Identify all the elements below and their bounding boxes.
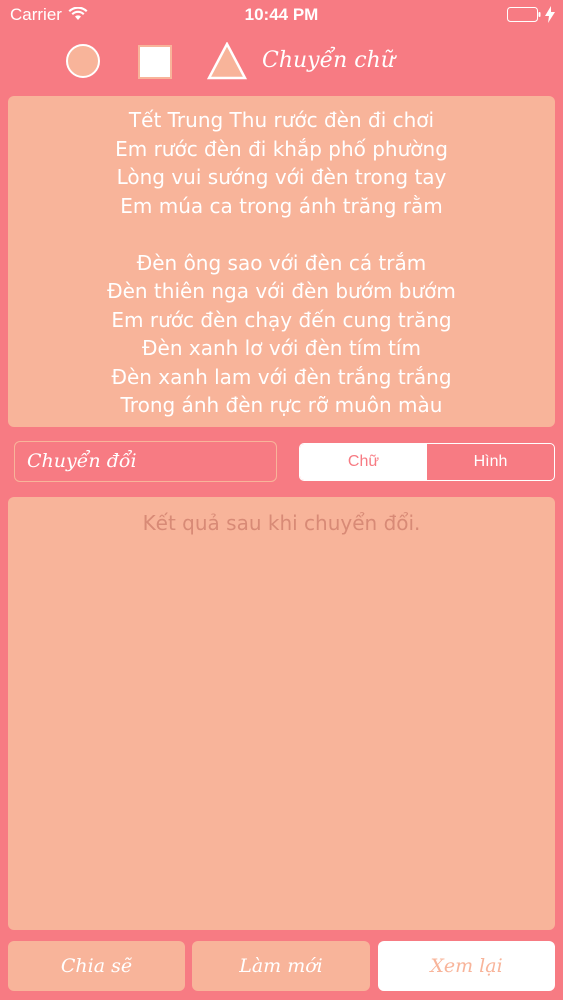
charging-bolt-icon	[545, 6, 555, 23]
input-text-line: Em rước đèn đi khắp phố phường	[115, 136, 448, 161]
output-text-area[interactable]: Kết quả sau khi chuyển đổi.	[8, 497, 555, 930]
share-button[interactable]: Chia sẽ	[8, 941, 185, 991]
circle-shape-button[interactable]	[66, 44, 100, 78]
input-text-line: Đèn thiên nga với đèn bướm bướm	[107, 279, 456, 303]
convert-button[interactable]: Chuyển đổi	[14, 441, 277, 482]
refresh-button[interactable]: Làm mới	[192, 941, 370, 991]
input-text-line: Em múa ca trong ánh trăng rằm	[120, 193, 443, 218]
input-text-line: Tết Trung Thu rước đèn đi chơi	[128, 108, 435, 132]
input-text-line: Đèn xanh lam với đèn trắng trắng	[111, 364, 452, 389]
text-mode-button[interactable]: Chuyển chữ	[262, 48, 395, 78]
output-placeholder: Kết quả sau khi chuyển đổi.	[142, 511, 421, 535]
input-text-line: Đèn ông sao với đèn cá trắm	[136, 250, 427, 275]
review-button[interactable]: Xem lại	[378, 941, 555, 991]
status-bar: Carrier 10:44 PM	[0, 0, 563, 30]
mode-segmented-control: Chữ Hình	[299, 443, 555, 481]
input-text-line: Lòng vui sướng với đèn trong tay	[116, 165, 447, 189]
square-shape-button[interactable]	[138, 45, 172, 79]
triangle-shape-button[interactable]	[207, 42, 247, 80]
input-text-line: Đèn xanh lơ với đèn tím tím	[142, 336, 421, 360]
battery-icon	[507, 7, 541, 22]
shape-toolbar: Chuyển chữ	[0, 42, 563, 82]
segment-text[interactable]: Chữ	[300, 444, 427, 480]
input-text-line	[8, 220, 555, 249]
input-text-line: Trong ánh đèn rực rỡ muôn màu	[120, 393, 443, 417]
input-text-line: Em rước đèn chạy đến cung trăng	[111, 307, 452, 332]
input-text-area[interactable]: Tết Trung Thu rước đèn đi chơi Em rước đè…	[8, 96, 555, 427]
segment-image[interactable]: Hình	[427, 444, 554, 480]
status-time: 10:44 PM	[244, 5, 319, 24]
